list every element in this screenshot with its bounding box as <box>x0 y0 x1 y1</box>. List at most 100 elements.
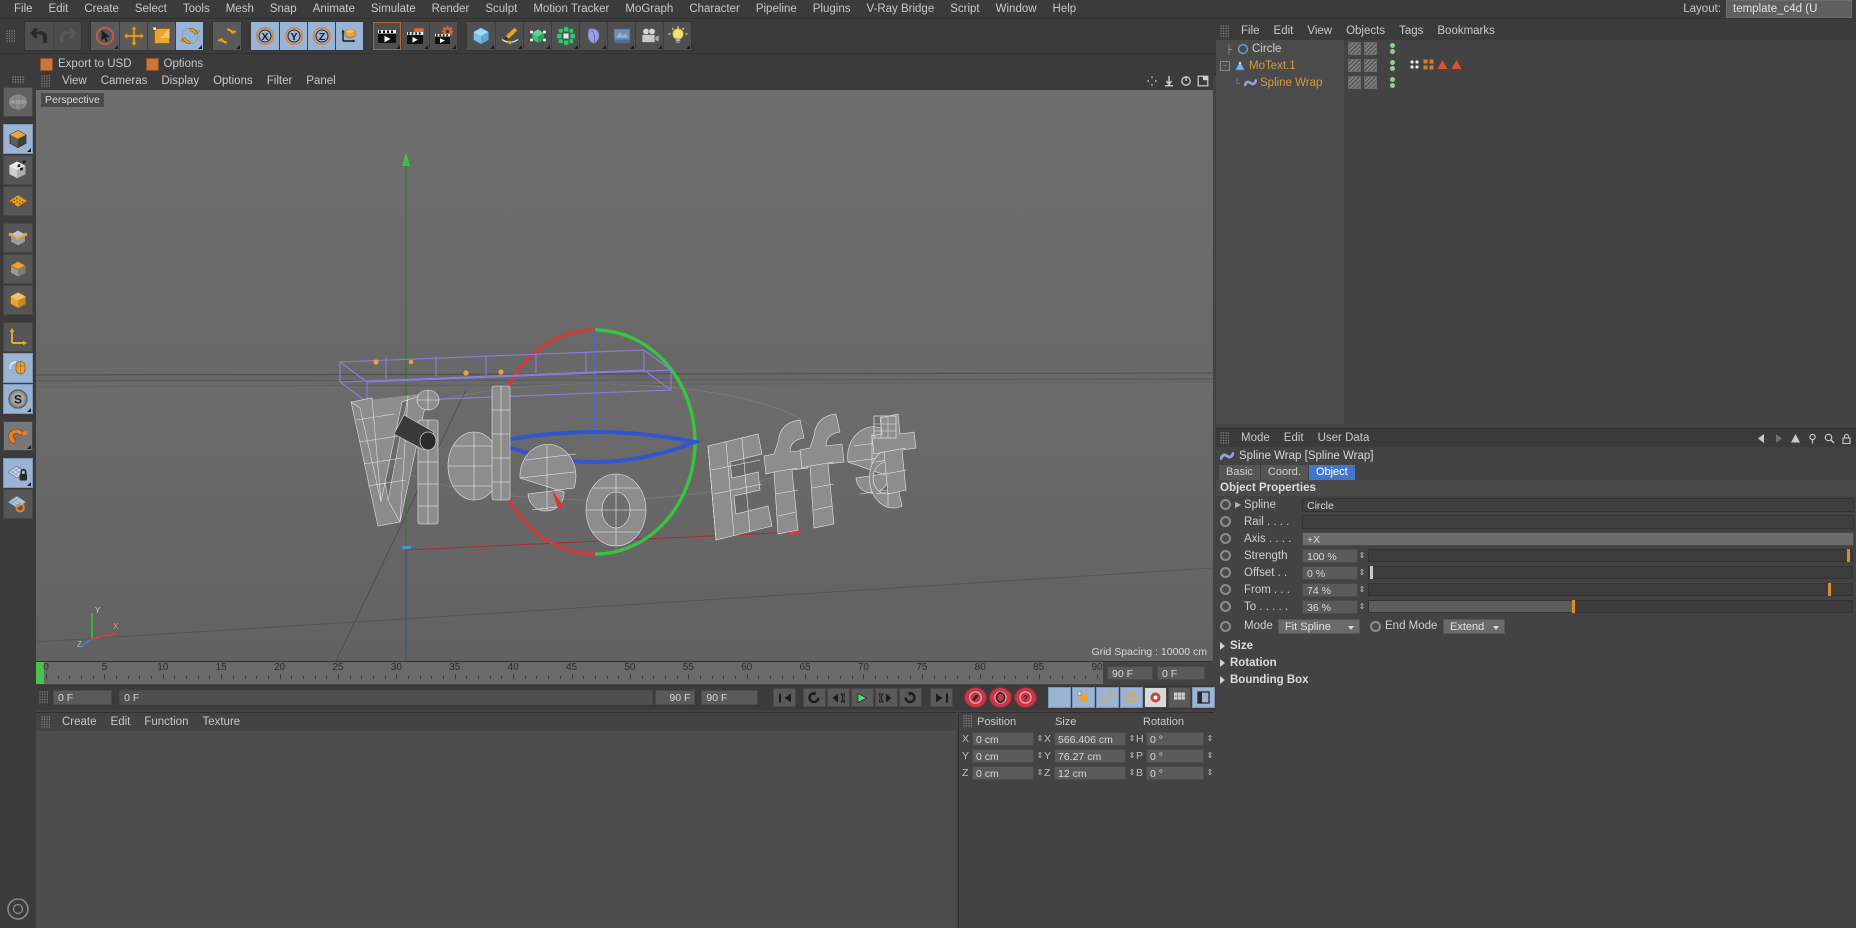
transport-start-field[interactable]: 0 F <box>53 690 112 705</box>
property-row-to[interactable]: To . . . . . 36 % ⇕ <box>1216 598 1856 615</box>
position-y-field[interactable]: 0 cm <box>972 748 1034 763</box>
rotation-h-field[interactable]: 0 ° <box>1146 731 1204 746</box>
magnet-icon-button[interactable] <box>3 421 33 451</box>
object-visibility-row[interactable] <box>1344 74 1856 91</box>
from-value-field[interactable]: 74 % <box>1302 582 1358 597</box>
render-visibility-checkbox[interactable] <box>1364 59 1377 72</box>
undo-button[interactable] <box>25 22 53 50</box>
rotation-p-field[interactable]: 0 ° <box>1146 748 1204 763</box>
axis-animate-radio[interactable] <box>1220 533 1231 544</box>
axis-value-button[interactable]: +X <box>1302 531 1854 546</box>
menu-item-create[interactable]: Create <box>76 0 127 18</box>
viewport-menu-view[interactable]: View <box>55 72 94 90</box>
attribute-tabs[interactable]: Basic Coord. Object <box>1216 464 1856 480</box>
menu-item-file[interactable]: File <box>6 0 41 18</box>
timeline-toggle-button[interactable] <box>1167 687 1191 708</box>
keyframe-selection-button[interactable]: ? <box>1013 687 1037 708</box>
rotation-b-spinner[interactable]: ⇕ <box>1206 769 1214 777</box>
object-visibility-row[interactable] <box>1344 40 1856 57</box>
object-menu-objects[interactable]: Objects <box>1339 22 1392 40</box>
soft-selection-icon-button[interactable]: S <box>3 384 33 414</box>
property-row-strength[interactable]: Strength 100 % ⇕ <box>1216 547 1856 564</box>
menu-item-animate[interactable]: Animate <box>305 0 363 18</box>
object-row-spline-wrap[interactable]: └ Spline Wrap <box>1216 74 1344 91</box>
step-back-button[interactable] <box>826 688 850 707</box>
object-menu-file[interactable]: File <box>1234 22 1267 40</box>
object-menu-edit[interactable]: Edit <box>1267 22 1301 40</box>
back-arrow-icon[interactable] <box>1756 433 1767 444</box>
rotate-tool-button[interactable] <box>175 22 203 50</box>
transport-range-end-field[interactable]: 90 F <box>655 690 696 705</box>
go-to-end-button[interactable] <box>930 688 954 707</box>
mode-animate-radio[interactable] <box>1220 620 1231 632</box>
render-dot-on[interactable] <box>1390 66 1395 71</box>
polygons-mode-button[interactable] <box>3 254 33 284</box>
next-key-button[interactable] <box>898 688 922 707</box>
search-icon[interactable] <box>1824 433 1835 444</box>
attribute-manager[interactable]: Mode Edit User Data Spline Wrap [Spline … <box>1216 428 1856 928</box>
to-slider-knob[interactable] <box>1571 600 1575 613</box>
object-tags-row[interactable] <box>1344 57 1856 74</box>
toolbar-grip[interactable] <box>6 29 15 43</box>
material-menu-create[interactable]: Create <box>55 713 104 731</box>
property-row-mode[interactable]: Mode Fit Spline End Mode Extend <box>1216 615 1856 637</box>
options-button[interactable]: Options <box>145 57 203 71</box>
tag-up-icon-2[interactable] <box>1451 59 1462 73</box>
transport-range-max-field[interactable]: 90 F <box>701 690 759 705</box>
export-to-usd-button[interactable]: Export to USD <box>40 57 132 71</box>
previous-key-button[interactable] <box>802 688 826 707</box>
rotation-b-field[interactable]: 0 ° <box>1146 765 1204 780</box>
object-row-circle[interactable]: ├ Circle <box>1216 40 1344 57</box>
main-menubar[interactable]: File Edit Create Select Tools Mesh Snap … <box>0 0 1856 19</box>
endmode-animate-radio[interactable] <box>1370 620 1381 632</box>
viewport-menu-display[interactable]: Display <box>154 72 206 90</box>
editor-dot-on[interactable] <box>1390 60 1395 65</box>
viewport-menu-filter[interactable]: Filter <box>260 72 300 90</box>
render-view-button[interactable] <box>373 22 401 50</box>
point-level-animation-button[interactable] <box>1143 687 1167 708</box>
material-menu-edit[interactable]: Edit <box>104 713 138 731</box>
object-manager-menubar[interactable]: File Edit View Objects Tags Bookmarks <box>1216 22 1856 40</box>
up-level-icon[interactable] <box>1790 433 1801 444</box>
axis-z-button[interactable]: Z <box>307 22 335 50</box>
make-editable-button[interactable] <box>3 87 33 117</box>
render-visibility-checkbox[interactable] <box>1364 42 1377 55</box>
size-x-field[interactable]: 566.406 cm <box>1054 731 1126 746</box>
from-animate-radio[interactable] <box>1220 584 1231 595</box>
left-toolbar-grip[interactable] <box>11 76 25 84</box>
attribute-menu-mode[interactable]: Mode <box>1234 429 1277 447</box>
from-slider-knob[interactable] <box>1827 583 1831 596</box>
editor-visibility-checkbox[interactable] <box>1348 42 1361 55</box>
scale-key-button[interactable] <box>1071 687 1095 708</box>
menu-item-window[interactable]: Window <box>988 0 1045 18</box>
menu-item-script[interactable]: Script <box>942 0 987 18</box>
rotation-key-button[interactable] <box>1095 687 1119 708</box>
viewport-menu-cameras[interactable]: Cameras <box>94 72 155 90</box>
autokeying-button[interactable] <box>988 687 1012 708</box>
menu-item-tools[interactable]: Tools <box>175 0 218 18</box>
render-to-picture-viewer-button[interactable] <box>401 22 429 50</box>
object-menu-bookmarks[interactable]: Bookmarks <box>1430 22 1502 40</box>
tab-coord[interactable]: Coord. <box>1260 464 1308 480</box>
size-z-spinner[interactable]: ⇕ <box>1128 769 1136 777</box>
render-settings-button[interactable] <box>429 22 457 50</box>
editor-visibility-checkbox[interactable] <box>1348 76 1361 89</box>
object-axis-mode-button[interactable] <box>3 285 33 315</box>
tab-object[interactable]: Object <box>1308 464 1355 480</box>
add-deformer-button[interactable] <box>579 22 607 50</box>
material-menu-function[interactable]: Function <box>137 713 195 731</box>
layout-toggle-button[interactable] <box>1191 687 1215 708</box>
material-list[interactable] <box>36 731 956 928</box>
workplane-lock-icon-button[interactable] <box>3 458 33 488</box>
rotation-h-spinner[interactable]: ⇕ <box>1206 735 1214 743</box>
tag-effector-icon[interactable] <box>1423 59 1434 73</box>
to-value-field[interactable]: 36 % <box>1302 599 1358 614</box>
menu-item-vray-bridge[interactable]: V-Ray Bridge <box>858 0 942 18</box>
world-axis-icon-button[interactable] <box>3 322 33 352</box>
render-visibility-checkbox[interactable] <box>1364 76 1377 89</box>
to-animate-radio[interactable] <box>1220 601 1231 612</box>
object-row-motext[interactable]: − MoText.1 <box>1216 57 1344 74</box>
enable-axis-icon-button[interactable] <box>3 353 33 383</box>
rail-link-field[interactable] <box>1302 514 1854 529</box>
property-row-offset[interactable]: Offset . . 0 % ⇕ <box>1216 564 1856 581</box>
